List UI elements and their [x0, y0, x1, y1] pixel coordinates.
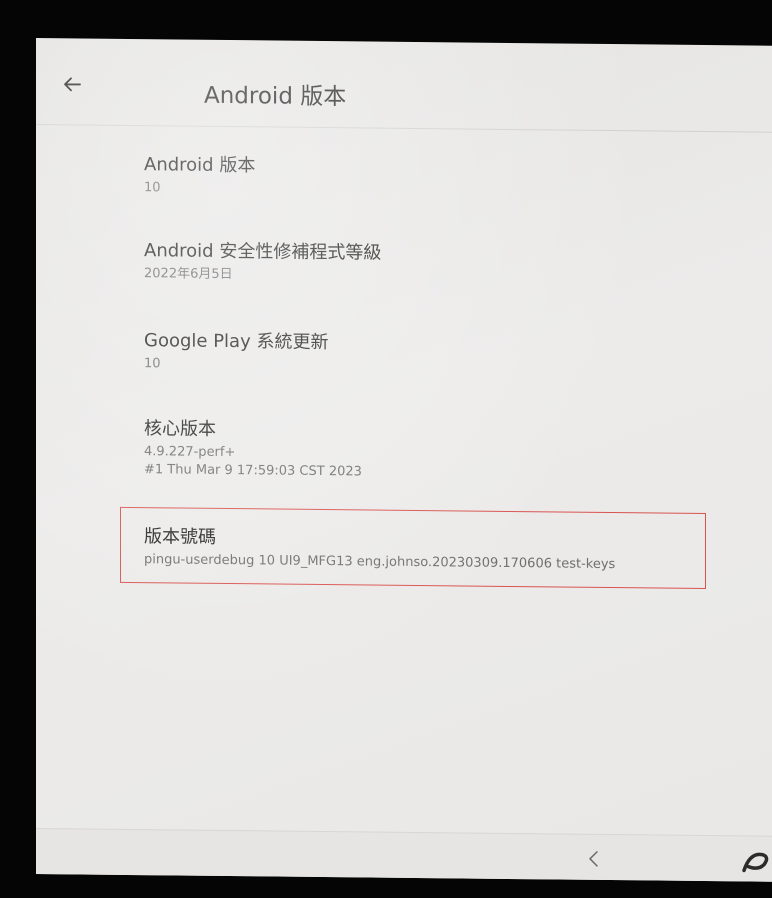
- list-item-play-system-update[interactable]: Google Play 系統更新 10: [144, 329, 744, 379]
- item-title: Google Play 系統更新: [144, 330, 329, 354]
- list-item-kernel-version[interactable]: 核心版本 4.9.227-perf+ #1 Thu Mar 9 17:59:03…: [144, 417, 744, 485]
- nav-bar: [36, 828, 772, 882]
- app-bar: Android 版本: [36, 38, 772, 133]
- item-subtitle: 10: [144, 356, 161, 372]
- arrow-left-icon[interactable]: [60, 72, 84, 96]
- device-screen: Android 版本 Android 版本 10 Android 安全性修補程式…: [36, 38, 772, 882]
- highlight-box: [120, 506, 706, 590]
- item-title: Android 安全性修補程式等級: [144, 240, 382, 264]
- page-title: Android 版本: [204, 82, 347, 111]
- partial-app-icon[interactable]: [736, 846, 772, 876]
- list-item-security-patch[interactable]: Android 安全性修補程式等級 2022年6月5日: [144, 239, 744, 289]
- item-subtitle: 10: [144, 180, 161, 196]
- item-title: 核心版本: [144, 418, 216, 440]
- item-subtitle: 2022年6月5日: [144, 266, 233, 283]
- chevron-left-icon[interactable]: [584, 849, 604, 869]
- list-item-android-version[interactable]: Android 版本 10: [144, 153, 744, 203]
- item-title: Android 版本: [144, 154, 256, 177]
